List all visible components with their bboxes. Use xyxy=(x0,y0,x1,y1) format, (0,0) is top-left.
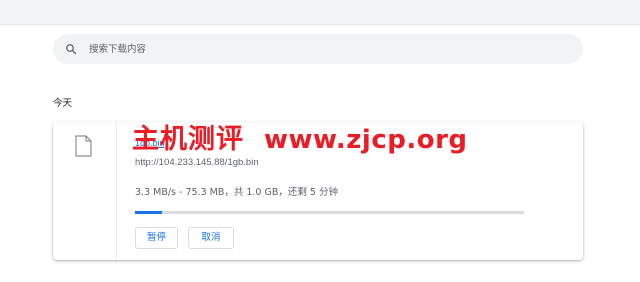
file-name-link[interactable]: 1gb.bin xyxy=(135,138,165,148)
search-icon xyxy=(63,41,79,57)
file-icon xyxy=(75,135,92,162)
pause-button[interactable]: 暂停 xyxy=(135,227,178,249)
download-status: 3.3 MB/s - 75.3 MB，共 1.0 GB，还剩 5 分钟 xyxy=(135,187,338,198)
search-bar[interactable] xyxy=(53,34,583,64)
progress-bar-fill xyxy=(135,211,163,214)
cancel-button[interactable]: 取消 xyxy=(188,227,234,249)
download-url: http://104.233.145.88/1gb.bin xyxy=(135,157,259,168)
search-input[interactable] xyxy=(89,39,569,59)
download-details: 1gb.bin http://104.233.145.88/1gb.bin 3.… xyxy=(135,122,575,260)
section-heading-today: 今天 xyxy=(53,98,73,109)
progress-bar xyxy=(135,211,524,214)
download-item-card: 1gb.bin http://104.233.145.88/1gb.bin 3.… xyxy=(53,122,583,260)
top-bar xyxy=(0,0,640,25)
file-icon-column xyxy=(53,122,117,260)
